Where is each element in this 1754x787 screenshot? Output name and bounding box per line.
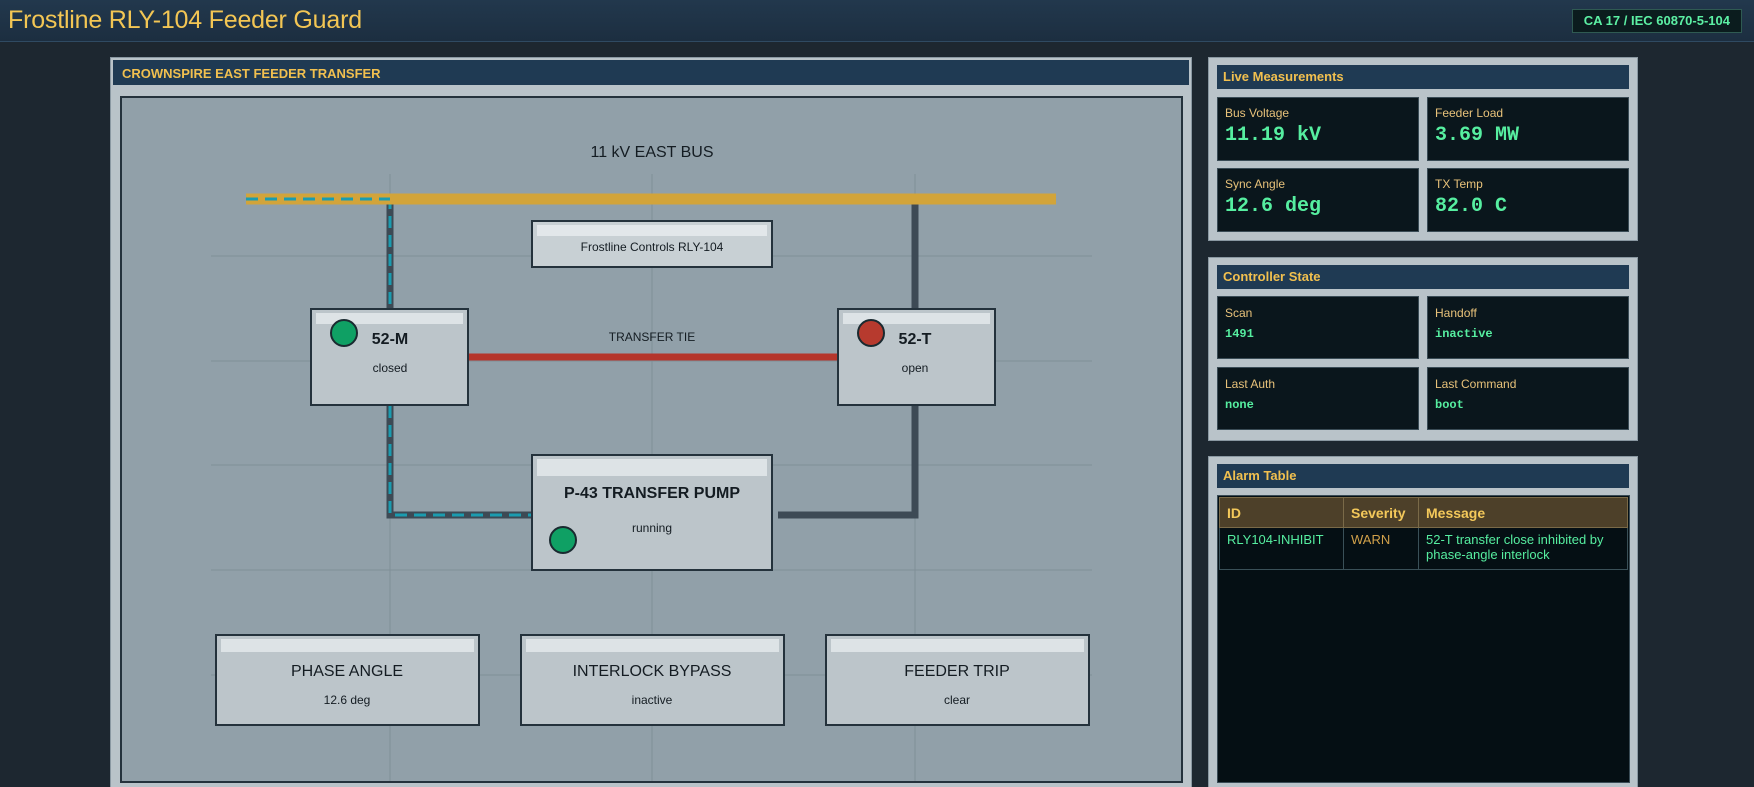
measurement-value: 82.0 C xyxy=(1435,195,1508,218)
breaker-52m-state: closed xyxy=(373,361,408,375)
measurement-feeder-load: Feeder Load 3.69 MW xyxy=(1427,97,1629,161)
status-interlock-bypass[interactable]: INTERLOCK BYPASS inactive xyxy=(520,634,785,726)
controller-value: 1491 xyxy=(1225,327,1254,341)
app-title: Frostline RLY-104 Feeder Guard xyxy=(8,6,362,34)
alarm-severity: WARN xyxy=(1343,527,1419,570)
controller-value: boot xyxy=(1435,398,1464,412)
breaker-52t-status-lamp xyxy=(857,319,885,347)
diagram-canvas: 11 kV EAST BUS Frostline Controls RLY-10… xyxy=(211,144,1092,781)
measurement-label: Bus Voltage xyxy=(1225,106,1290,120)
measurement-label: Feeder Load xyxy=(1435,106,1504,120)
measurement-sync-angle: Sync Angle 12.6 deg xyxy=(1217,168,1419,232)
measurement-value: 11.19 kV xyxy=(1225,124,1322,147)
column-header-message[interactable]: Message xyxy=(1418,497,1628,528)
controller-state-panel: Controller State Scan 1491 Handoff inact… xyxy=(1208,257,1638,441)
status-feeder-trip-value: clear xyxy=(944,693,970,707)
controller-state-title: Controller State xyxy=(1223,269,1321,284)
pump-state: running xyxy=(632,521,672,535)
pump-name: P-43 TRANSFER PUMP xyxy=(564,485,740,502)
controller-value: inactive xyxy=(1435,327,1493,341)
transfer-tie-label: TRANSFER TIE xyxy=(609,330,695,344)
controller-state-header: Controller State xyxy=(1217,265,1629,289)
controller-last-command: Last Command boot xyxy=(1427,367,1629,430)
pump-p43[interactable]: P-43 TRANSFER PUMP running xyxy=(531,454,773,571)
controller-scan: Scan 1491 xyxy=(1217,296,1419,359)
controller-value: none xyxy=(1225,398,1254,412)
bus-label: 11 kV EAST BUS xyxy=(590,144,713,161)
controller-label: Scan xyxy=(1225,306,1253,320)
live-measurements-title: Live Measurements xyxy=(1223,69,1344,84)
breaker-52m-name: 52-M xyxy=(372,331,408,348)
column-header-id[interactable]: ID xyxy=(1219,497,1344,528)
one-line-diagram: 11 kV EAST BUS Frostline Controls RLY-10… xyxy=(120,96,1183,783)
live-measurements-header: Live Measurements xyxy=(1217,65,1629,89)
live-measurements-panel: Live Measurements Bus Voltage 11.19 kV F… xyxy=(1208,57,1638,241)
alarm-table-area: ID Severity Message RLY104-INHIBIT WARN … xyxy=(1217,495,1630,783)
status-phase-angle[interactable]: PHASE ANGLE 12.6 deg xyxy=(215,634,480,726)
status-interlock-bypass-value: inactive xyxy=(632,693,673,707)
measurement-label: TX Temp xyxy=(1435,177,1483,191)
status-phase-angle-value: 12.6 deg xyxy=(324,693,371,707)
vendor-label-box: Frostline Controls RLY-104 xyxy=(531,220,773,268)
measurement-value: 3.69 MW xyxy=(1435,124,1520,147)
measurement-value: 12.6 deg xyxy=(1225,195,1322,218)
alarm-table: ID Severity Message RLY104-INHIBIT WARN … xyxy=(1219,497,1628,570)
controller-label: Handoff xyxy=(1435,306,1477,320)
diagram-panel-title: CROWNSPIRE EAST FEEDER TRANSFER xyxy=(122,66,381,81)
status-feeder-trip[interactable]: FEEDER TRIP clear xyxy=(825,634,1090,726)
pump-status-lamp xyxy=(549,526,577,554)
alarm-table-header: Alarm Table xyxy=(1217,464,1629,488)
controller-label: Last Auth xyxy=(1225,377,1276,391)
controller-handoff: Handoff inactive xyxy=(1427,296,1629,359)
diagram-panel-header: CROWNSPIRE EAST FEEDER TRANSFER xyxy=(113,60,1189,85)
protocol-badge: CA 17 / IEC 60870-5-104 xyxy=(1571,9,1742,33)
breaker-52t[interactable]: 52-T open xyxy=(837,308,996,406)
alarm-message: 52-T transfer close inhibited by phase-a… xyxy=(1418,527,1628,570)
alarm-table-header-row: ID Severity Message xyxy=(1219,497,1628,528)
table-row[interactable]: RLY104-INHIBIT WARN 52-T transfer close … xyxy=(1219,527,1628,570)
breaker-52m[interactable]: 52-M closed xyxy=(310,308,469,406)
measurement-bus-voltage: Bus Voltage 11.19 kV xyxy=(1217,97,1419,161)
status-phase-angle-title: PHASE ANGLE xyxy=(291,663,403,680)
status-interlock-bypass-title: INTERLOCK BYPASS xyxy=(573,663,732,680)
top-bar: Frostline RLY-104 Feeder Guard CA 17 / I… xyxy=(0,0,1754,42)
column-header-severity[interactable]: Severity xyxy=(1343,497,1419,528)
alarm-id: RLY104-INHIBIT xyxy=(1219,527,1344,570)
controller-label: Last Command xyxy=(1435,377,1517,391)
controller-last-auth: Last Auth none xyxy=(1217,367,1419,430)
breaker-52t-state: open xyxy=(902,361,929,375)
measurement-tx-temp: TX Temp 82.0 C xyxy=(1427,168,1629,232)
alarm-table-title: Alarm Table xyxy=(1223,468,1297,483)
vendor-label: Frostline Controls RLY-104 xyxy=(581,240,724,254)
diagram-panel: CROWNSPIRE EAST FEEDER TRANSFER 11 kV EA… xyxy=(110,57,1192,787)
alarm-table-panel: Alarm Table ID Severity Message RLY104-I… xyxy=(1208,456,1638,787)
breaker-52t-name: 52-T xyxy=(899,331,932,348)
status-feeder-trip-title: FEEDER TRIP xyxy=(904,663,1010,680)
measurement-label: Sync Angle xyxy=(1225,177,1286,191)
breaker-52m-status-lamp xyxy=(330,319,358,347)
